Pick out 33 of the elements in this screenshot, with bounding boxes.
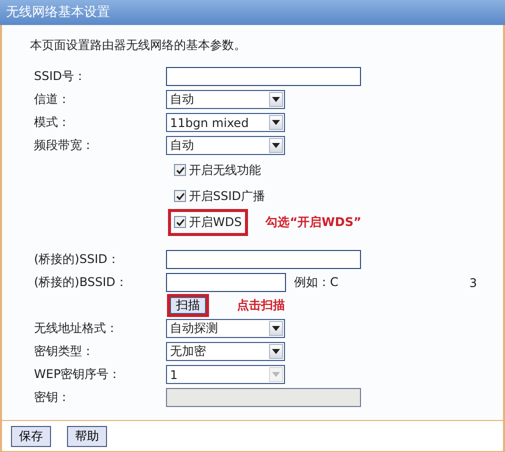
checkbox[interactable]	[174, 164, 186, 176]
description: 本页面设置路由器无线网络的基本参数。	[30, 37, 247, 54]
checkbox-option[interactable]: 开启WDS	[172, 212, 244, 232]
dropdown[interactable]: 自动探测	[166, 319, 285, 338]
input-field[interactable]	[166, 273, 286, 292]
field-label: (桥接的)SSID：	[33, 251, 120, 268]
checkbox[interactable]	[174, 216, 186, 228]
footer-button[interactable]: 帮助	[67, 426, 107, 446]
field-label: 无线地址格式：	[33, 320, 119, 337]
input-field[interactable]	[166, 250, 361, 269]
annotation: 点击扫描	[237, 297, 285, 314]
field-label: 模式：	[33, 114, 71, 131]
window-title: 无线网络基本设置	[0, 0, 505, 25]
dropdown[interactable]: 自动	[166, 90, 285, 109]
field-label: 频段带宽：	[33, 137, 95, 154]
field-label: WEP密钥序号：	[33, 366, 122, 383]
field-label: SSID号：	[33, 68, 88, 85]
checkbox-option[interactable]: 开启无线功能	[172, 160, 263, 180]
input-field[interactable]	[166, 67, 361, 86]
scan-button[interactable]: 扫描	[167, 294, 209, 317]
example-hint: 3	[469, 276, 478, 290]
dropdown[interactable]: 自动	[166, 136, 285, 155]
annotation: 勾选“开启WDS”	[266, 214, 362, 230]
field-label: 密钥：	[33, 389, 71, 406]
footer-button[interactable]: 保存	[11, 426, 51, 446]
field-label: (桥接的)BSSID：	[33, 274, 128, 291]
checkbox-option[interactable]: 开启SSID广播	[172, 186, 268, 206]
checkbox[interactable]	[174, 190, 186, 202]
dropdown[interactable]: 无加密	[166, 342, 285, 361]
example-hint: 例如：C	[294, 274, 338, 291]
dropdown[interactable]: 11bgn mixed	[166, 113, 285, 132]
field-label: 信道：	[33, 91, 71, 108]
field-label: 密钥类型：	[33, 343, 95, 360]
